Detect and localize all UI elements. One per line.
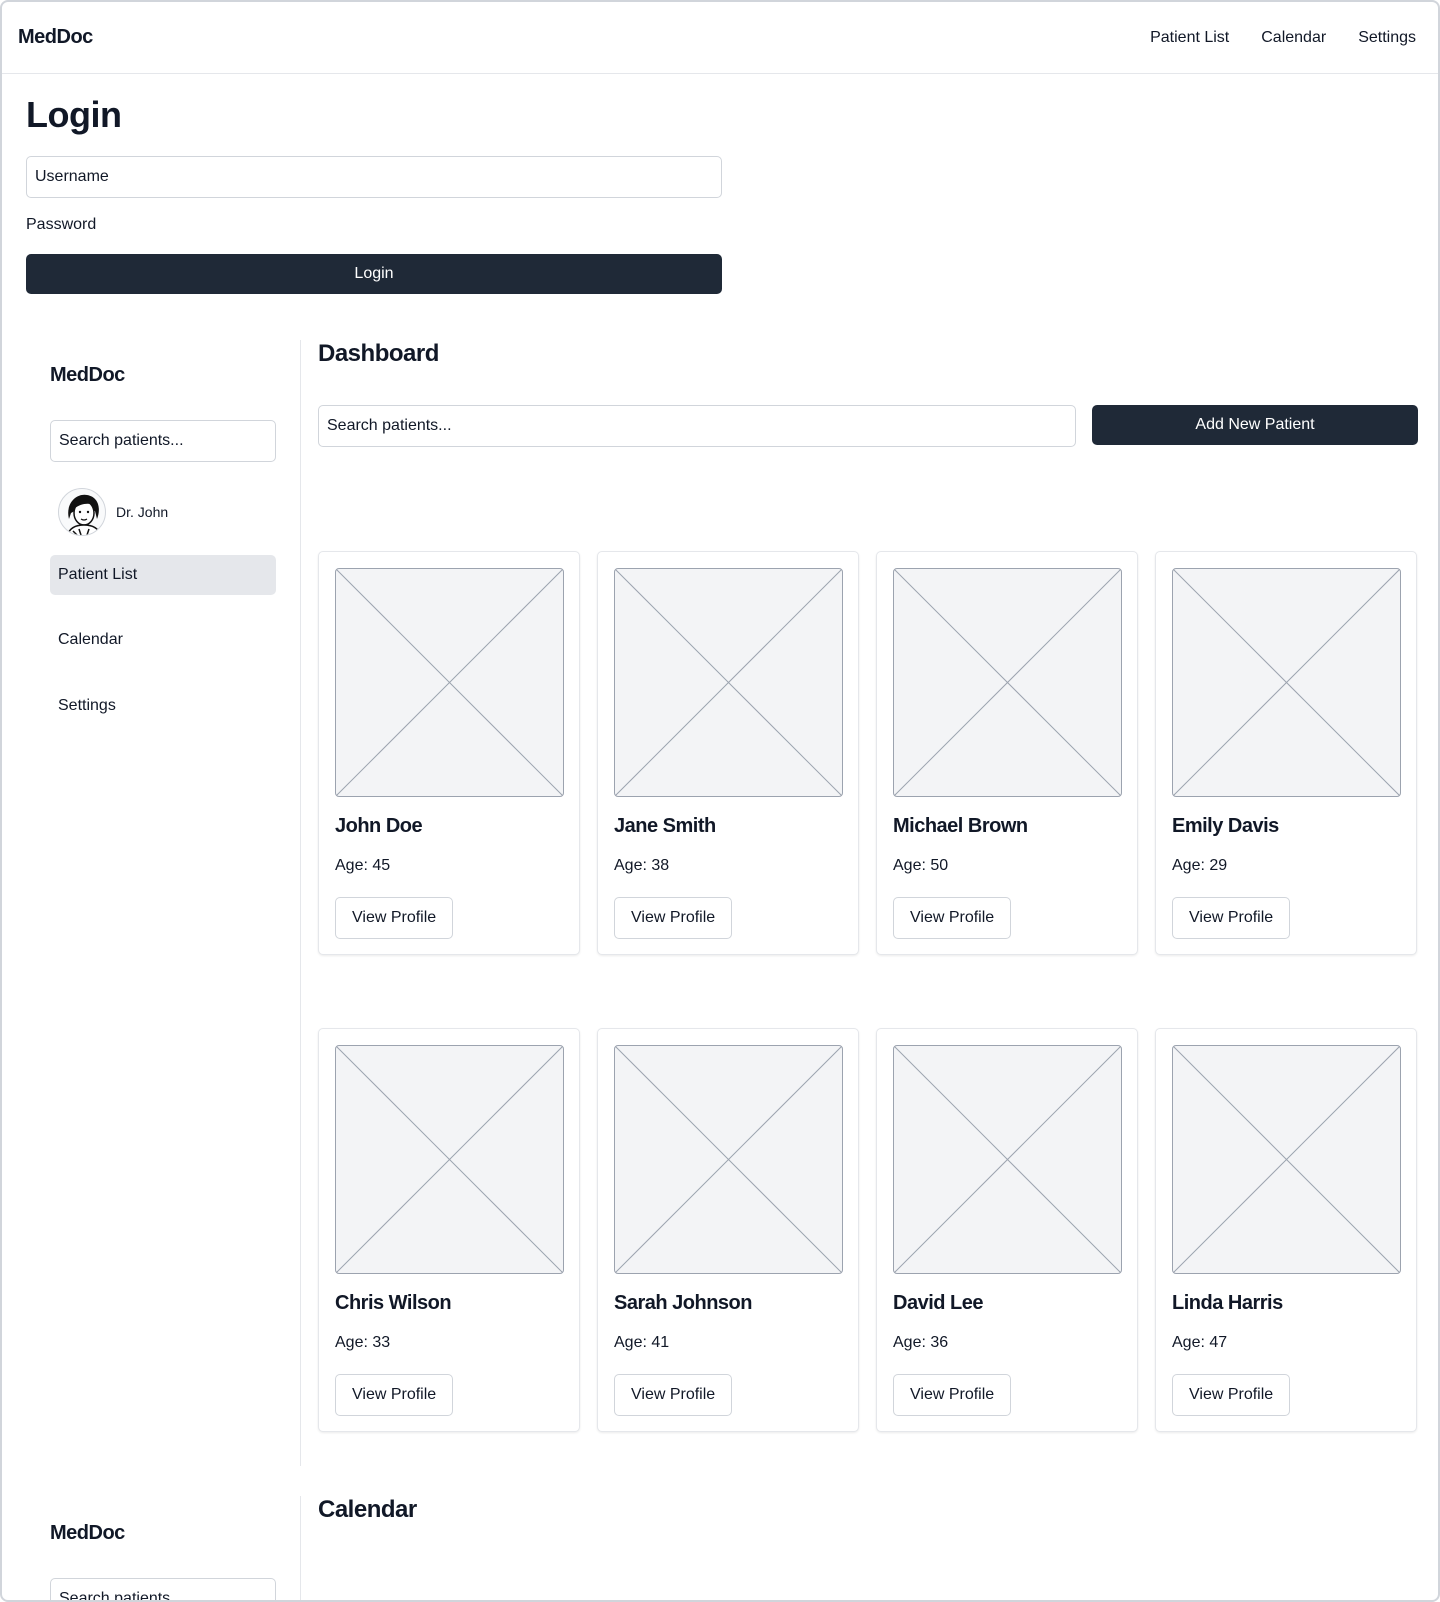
image-placeholder-icon xyxy=(614,1045,843,1274)
patient-name: David Lee xyxy=(893,1292,983,1314)
sidebar-item-settings[interactable]: Settings xyxy=(50,686,276,726)
patient-card: David Lee Age: 36 View Profile xyxy=(876,1028,1138,1432)
patient-card: John Doe Age: 45 View Profile xyxy=(318,551,580,955)
patient-age: Age: 47 xyxy=(1172,1334,1228,1351)
patient-card: Jane Smith Age: 38 View Profile xyxy=(597,551,859,955)
login-button[interactable]: Login xyxy=(26,254,722,294)
brand-logo[interactable]: MedDoc xyxy=(18,26,93,49)
view-profile-button[interactable]: View Profile xyxy=(335,897,454,939)
patient-name: John Doe xyxy=(335,815,423,837)
patient-age: Age: 50 xyxy=(893,857,949,874)
image-placeholder-icon xyxy=(1172,568,1401,797)
view-profile-button[interactable]: View Profile xyxy=(893,897,1012,939)
login-form: Login Password Login xyxy=(26,94,722,294)
top-nav-patient-list[interactable]: Patient List xyxy=(1150,29,1229,47)
patient-name: Linda Harris xyxy=(1172,1292,1283,1314)
patient-name: Sarah Johnson xyxy=(614,1292,752,1314)
patient-name: Jane Smith xyxy=(614,815,716,837)
view-profile-button[interactable]: View Profile xyxy=(1172,1374,1291,1416)
calendar-divider xyxy=(300,1496,301,1600)
add-new-patient-button[interactable]: Add New Patient xyxy=(1092,405,1418,445)
patient-card: Michael Brown Age: 50 View Profile xyxy=(876,551,1138,955)
patient-card: Linda Harris Age: 47 View Profile xyxy=(1155,1028,1417,1432)
patient-name: Chris Wilson xyxy=(335,1292,452,1314)
patient-age: Age: 38 xyxy=(614,857,670,874)
sidebar-item-calendar[interactable]: Calendar xyxy=(50,620,276,660)
patient-age: Age: 33 xyxy=(335,1334,391,1351)
doctor-avatar-icon xyxy=(58,488,106,536)
sidebar-divider xyxy=(300,340,301,1466)
view-profile-button[interactable]: View Profile xyxy=(335,1374,454,1416)
patient-age: Age: 45 xyxy=(335,857,391,874)
password-label: Password xyxy=(26,216,97,233)
top-nav-links: Patient List Calendar Settings xyxy=(1150,29,1416,47)
patient-grid: John Doe Age: 45 View Profile Jane Smith… xyxy=(318,551,1418,1432)
patient-age: Age: 36 xyxy=(893,1334,949,1351)
login-title: Login xyxy=(26,94,122,135)
sidebar-item-patient-list[interactable]: Patient List xyxy=(50,555,276,595)
image-placeholder-icon xyxy=(1172,1045,1401,1274)
view-profile-button[interactable]: View Profile xyxy=(1172,897,1291,939)
app-frame: MedDoc Patient List Calendar Settings Lo… xyxy=(0,0,1440,1602)
user-profile[interactable]: Dr. John xyxy=(58,488,168,536)
image-placeholder-icon xyxy=(893,1045,1122,1274)
patient-card: Chris Wilson Age: 33 View Profile xyxy=(318,1028,580,1432)
patient-card: Sarah Johnson Age: 41 View Profile xyxy=(597,1028,859,1432)
view-profile-button[interactable]: View Profile xyxy=(614,897,733,939)
user-name: Dr. John xyxy=(116,504,169,520)
dashboard-title: Dashboard xyxy=(318,340,439,367)
patient-name: Emily Davis xyxy=(1172,815,1279,837)
view-profile-button[interactable]: View Profile xyxy=(893,1374,1012,1416)
sidebar-brand[interactable]: MedDoc xyxy=(50,364,125,387)
image-placeholder-icon xyxy=(614,568,843,797)
top-nav: MedDoc Patient List Calendar Settings xyxy=(2,2,1438,74)
calendar-sidebar-brand[interactable]: MedDoc xyxy=(50,1522,125,1545)
image-placeholder-icon xyxy=(893,568,1122,797)
image-placeholder-icon xyxy=(335,568,564,797)
patient-age: Age: 41 xyxy=(614,1334,670,1351)
patient-age: Age: 29 xyxy=(1172,857,1228,874)
top-nav-calendar[interactable]: Calendar xyxy=(1261,29,1326,47)
calendar-sidebar-search-input[interactable] xyxy=(50,1578,276,1600)
view-profile-button[interactable]: View Profile xyxy=(614,1374,733,1416)
top-nav-settings[interactable]: Settings xyxy=(1358,29,1416,47)
dashboard-search-input[interactable] xyxy=(318,405,1076,447)
username-input[interactable] xyxy=(26,156,722,198)
image-placeholder-icon xyxy=(335,1045,564,1274)
patient-name: Michael Brown xyxy=(893,815,1028,837)
calendar-title: Calendar xyxy=(318,1496,417,1523)
sidebar-search-input[interactable] xyxy=(50,420,276,462)
patient-card: Emily Davis Age: 29 View Profile xyxy=(1155,551,1417,955)
